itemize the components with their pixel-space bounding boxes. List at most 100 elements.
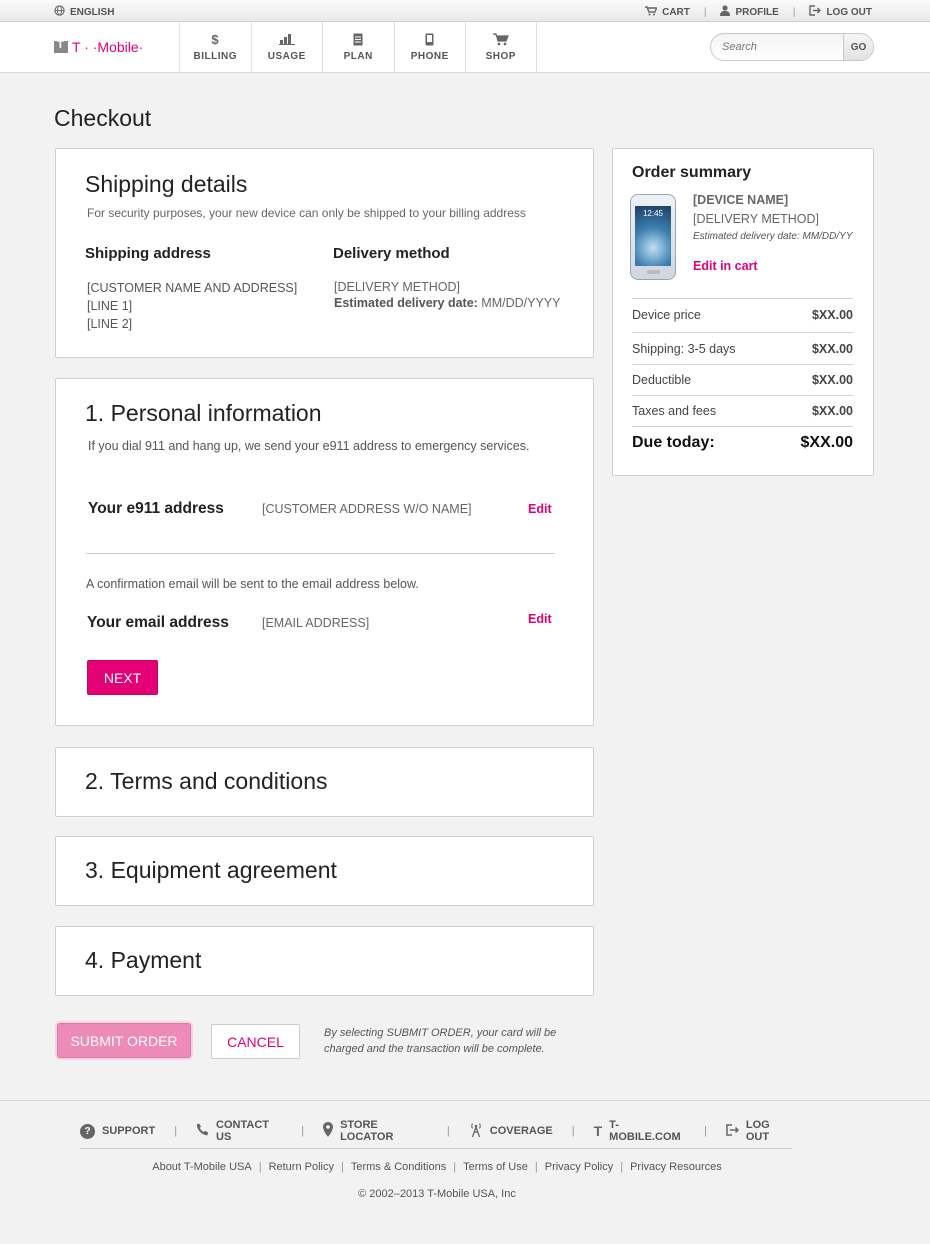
order-summary-panel: Order summary 12:45 [DEVICE NAME] [DELIV… bbox=[612, 148, 874, 476]
email-label: Your email address bbox=[87, 614, 229, 631]
equipment-step-panel[interactable]: 3. Equipment agreement bbox=[55, 836, 594, 906]
summary-row-label: Device price bbox=[632, 308, 701, 322]
page-title: Checkout bbox=[54, 105, 152, 131]
personal-info-panel: 1. Personal information If you dial 911 … bbox=[55, 378, 594, 726]
device-screen: 12:45 bbox=[635, 206, 671, 266]
copyright: © 2002–2013 T-Mobile USA, Inc bbox=[358, 1188, 516, 1200]
nav-plan[interactable]: PLAN bbox=[322, 22, 394, 72]
payment-step-title: 4. Payment bbox=[85, 947, 202, 973]
nav-plan-label: PLAN bbox=[343, 50, 373, 62]
terms-step-panel[interactable]: 2. Terms and conditions bbox=[55, 747, 594, 817]
next-button[interactable]: NEXT bbox=[87, 660, 158, 695]
email-value: [EMAIL ADDRESS] bbox=[262, 616, 370, 630]
delivery-info: [DELIVERY METHOD] Estimated delivery dat… bbox=[334, 279, 560, 311]
equipment-step-title: 3. Equipment agreement bbox=[85, 857, 337, 883]
edit-in-cart-link[interactable]: Edit in cart bbox=[693, 259, 758, 273]
summary-row-value: $XX.00 bbox=[811, 342, 853, 356]
footer-link-label: T-MOBILE.COM bbox=[609, 1119, 681, 1143]
cart-icon bbox=[645, 5, 658, 19]
footer-terms-conditions-link[interactable]: Terms & Conditions bbox=[351, 1161, 446, 1173]
profile-link[interactable]: PROFILE bbox=[720, 5, 779, 19]
footer-link-label: SUPPORT bbox=[102, 1125, 156, 1137]
footer-store-locator-link[interactable]: STORE LOCATOR bbox=[323, 1119, 428, 1143]
personal-info-title: 1. Personal information bbox=[85, 400, 322, 426]
main-nav: T · ·Mobile· $ BILLING USAGE PLAN PHONE … bbox=[0, 22, 930, 73]
language-selector[interactable]: ENGLISH bbox=[54, 5, 114, 19]
nav-phone-label: PHONE bbox=[410, 50, 449, 62]
nav-usage[interactable]: USAGE bbox=[250, 22, 323, 72]
device-home-button bbox=[647, 270, 660, 274]
divider: | bbox=[792, 6, 796, 18]
terms-step-title: 2. Terms and conditions bbox=[85, 768, 328, 794]
nav-billing[interactable]: $ BILLING bbox=[179, 22, 251, 72]
search-input[interactable] bbox=[711, 34, 843, 60]
device-delivery-method: [DELIVERY METHOD] bbox=[693, 212, 819, 226]
footer-privacy-resources-link[interactable]: Privacy Resources bbox=[630, 1161, 722, 1173]
globe-icon bbox=[54, 5, 65, 19]
submit-order-button[interactable]: SUBMIT ORDER bbox=[57, 1023, 191, 1058]
e911-value: [CUSTOMER ADDRESS W/O NAME] bbox=[262, 502, 472, 516]
email-note: A confirmation email will be sent to the… bbox=[86, 577, 419, 591]
footer-support-link[interactable]: ? SUPPORT bbox=[80, 1123, 156, 1139]
nav-shop-label: SHOP bbox=[485, 50, 516, 62]
footer-divider bbox=[80, 1148, 792, 1149]
summary-row-taxes: Taxes and fees $XX.00 bbox=[632, 395, 853, 426]
device-clock: 12:45 bbox=[642, 209, 664, 218]
search-go-button[interactable]: GO bbox=[843, 34, 873, 60]
payment-step-panel[interactable]: 4. Payment bbox=[55, 926, 594, 996]
cart-icon bbox=[492, 32, 509, 47]
footer-terms-of-use-link[interactable]: Terms of Use bbox=[463, 1161, 528, 1173]
footer-link-label: LOG OUT bbox=[745, 1119, 770, 1143]
summary-row-value: $XX.00 bbox=[811, 308, 853, 322]
nav-shop[interactable]: SHOP bbox=[465, 22, 537, 72]
footer-tmobile-link[interactable]: T T-MOBILE.COM bbox=[594, 1119, 685, 1143]
footer-about-link[interactable]: About T-Mobile USA bbox=[152, 1161, 251, 1173]
due-today-label: Due today: bbox=[632, 434, 715, 451]
device-name: [DEVICE NAME] bbox=[693, 193, 789, 207]
footer-return-policy-link[interactable]: Return Policy bbox=[269, 1161, 334, 1173]
nav-phone[interactable]: PHONE bbox=[393, 22, 466, 72]
footer-contact-link[interactable]: CONTACT US bbox=[196, 1119, 282, 1143]
footer-link-label: STORE LOCATOR bbox=[340, 1119, 394, 1143]
user-icon bbox=[720, 5, 731, 19]
edit-e911-link[interactable]: Edit bbox=[528, 502, 552, 516]
e911-note: If you dial 911 and hang up, we send you… bbox=[88, 439, 530, 453]
footer-links: ? SUPPORT | CONTACT US | STORE LOCATOR |… bbox=[80, 1119, 792, 1143]
tmobile-t-icon bbox=[54, 39, 68, 53]
footer-link-label: CONTACT US bbox=[216, 1119, 270, 1143]
footer-link-label: COVERAGE bbox=[489, 1125, 553, 1137]
shipping-address-heading: Shipping address bbox=[85, 245, 211, 262]
summary-row-due-today: Due today: $XX.00 bbox=[632, 426, 853, 460]
delivery-method-heading: Delivery method bbox=[333, 245, 450, 262]
due-today-value: $XX.00 bbox=[800, 434, 853, 451]
logout-icon bbox=[809, 5, 822, 19]
summary-row-deductible: Deductible $XX.00 bbox=[632, 364, 853, 395]
summary-row-label: Deductible bbox=[632, 373, 692, 387]
logout-link[interactable]: LOG OUT bbox=[809, 5, 872, 19]
footer-privacy-policy-link[interactable]: Privacy Policy bbox=[545, 1161, 613, 1173]
divider: | bbox=[301, 1125, 305, 1137]
delivery-date-label: Estimated delivery date: bbox=[334, 296, 478, 310]
bar-chart-icon bbox=[278, 33, 295, 47]
e911-label: Your e911 address bbox=[88, 500, 224, 517]
cart-link[interactable]: CART bbox=[645, 5, 690, 19]
order-summary-title: Order summary bbox=[632, 164, 752, 181]
nav-items: $ BILLING USAGE PLAN PHONE SHOP bbox=[179, 22, 537, 72]
tmobile-logo[interactable]: T · ·Mobile· bbox=[54, 39, 143, 55]
footer-logout-link[interactable]: LOG OUT bbox=[726, 1119, 792, 1143]
edit-email-link[interactable]: Edit bbox=[528, 612, 552, 626]
shipping-title: Shipping details bbox=[85, 171, 248, 197]
profile-label: PROFILE bbox=[735, 6, 779, 18]
address-line: [LINE 1] bbox=[87, 299, 133, 313]
language-label: ENGLISH bbox=[70, 6, 115, 18]
nav-billing-label: BILLING bbox=[193, 50, 237, 62]
shipping-details-panel: Shipping details For security purposes, … bbox=[55, 148, 594, 358]
divider: | bbox=[704, 1125, 707, 1137]
dollar-icon: $ bbox=[211, 31, 220, 47]
footer-secondary-links: About T-Mobile USA | Return Policy | Terms &… bbox=[152, 1161, 722, 1173]
cart-label: CART bbox=[662, 6, 690, 18]
logout-icon bbox=[726, 1123, 739, 1139]
cancel-button[interactable]: CANCEL bbox=[211, 1024, 300, 1059]
address-line: [LINE 2] bbox=[87, 317, 133, 331]
footer-coverage-link[interactable]: COVERAGE bbox=[469, 1122, 553, 1140]
